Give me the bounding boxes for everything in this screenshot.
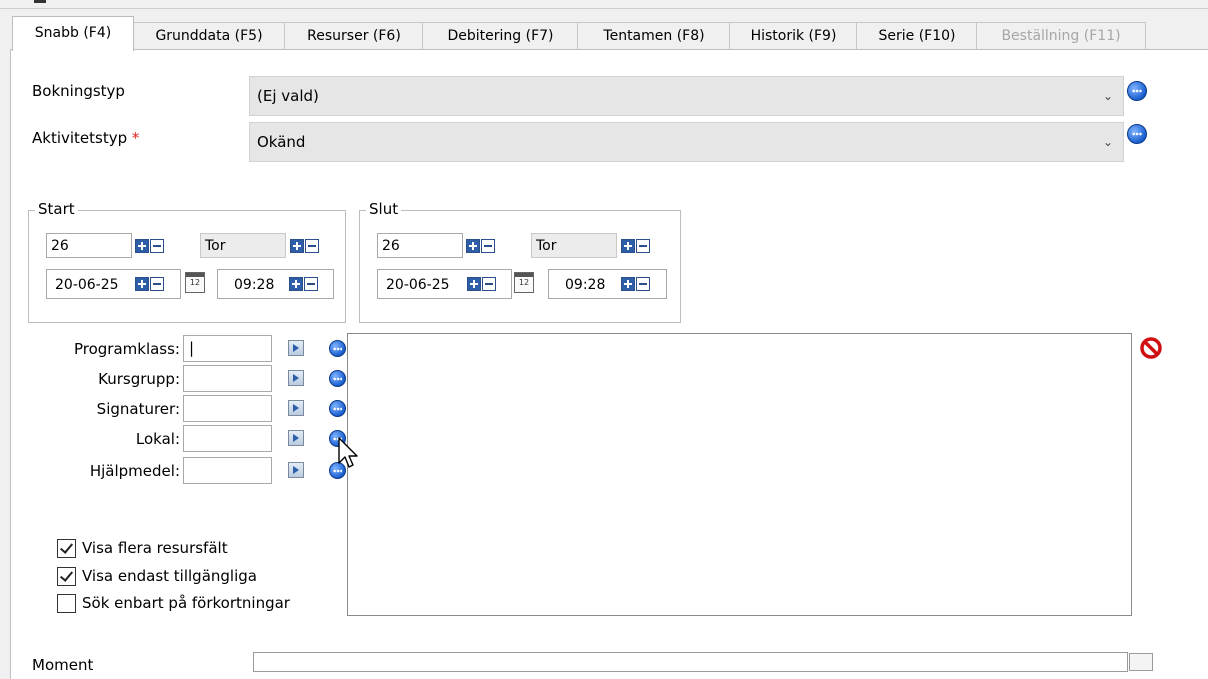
start-time-minus-icon[interactable] bbox=[304, 277, 318, 291]
end-weekday-plus-icon[interactable] bbox=[621, 239, 635, 253]
end-group-title: Slut bbox=[366, 200, 402, 218]
tab-bestallning: Beställning (F11) bbox=[976, 22, 1146, 50]
start-time-value: 09:28 bbox=[234, 277, 275, 293]
activity-type-select[interactable]: Okänd ⌄ bbox=[249, 122, 1124, 162]
clear-icon[interactable] bbox=[1140, 337, 1162, 359]
start-weekday-minus-icon[interactable] bbox=[305, 239, 319, 253]
visa-flera-resursfalt-label: Visa flera resursfält bbox=[82, 539, 228, 557]
booking-type-more-button[interactable] bbox=[1127, 81, 1147, 101]
end-group bbox=[359, 210, 681, 323]
start-date-minus-icon[interactable] bbox=[150, 277, 164, 291]
end-weekday-minus-icon[interactable] bbox=[636, 239, 650, 253]
kursgrupp-label: Kursgrupp: bbox=[98, 370, 180, 388]
kursgrupp-input[interactable] bbox=[183, 365, 272, 392]
start-day-minus-icon[interactable] bbox=[150, 239, 164, 253]
programklass-input[interactable]: | bbox=[183, 335, 272, 362]
chevron-down-icon: ⌄ bbox=[1102, 135, 1113, 149]
required-marker: * bbox=[131, 129, 140, 147]
end-date-plus-icon[interactable] bbox=[467, 277, 481, 291]
lokal-input[interactable] bbox=[183, 425, 272, 452]
signaturer-select-button[interactable] bbox=[288, 400, 304, 416]
top-edge-mark bbox=[34, 0, 46, 3]
window-top-line bbox=[0, 8, 1208, 9]
tab-historik[interactable]: Historik (F9) bbox=[729, 22, 858, 50]
end-day-minus-icon[interactable] bbox=[481, 239, 495, 253]
start-calendar-icon[interactable]: 12 bbox=[185, 272, 205, 293]
start-group bbox=[28, 210, 346, 323]
programklass-label: Programklass: bbox=[73, 340, 180, 358]
lokal-select-button[interactable] bbox=[288, 430, 304, 446]
sok-enbart-forkortningar-label: Sök enbart på förkortningar bbox=[82, 594, 290, 612]
booking-type-value: (Ej vald) bbox=[257, 87, 319, 105]
moment-label: Moment bbox=[32, 656, 94, 674]
hjalpmedel-input[interactable] bbox=[183, 457, 272, 484]
start-weekday-field[interactable]: Tor bbox=[200, 233, 286, 258]
tab-resurser[interactable]: Resurser (F6) bbox=[284, 22, 424, 50]
end-date-minus-icon[interactable] bbox=[482, 277, 496, 291]
hjalpmedel-select-button[interactable] bbox=[288, 462, 304, 478]
chevron-down-icon: ⌄ bbox=[1102, 89, 1113, 103]
sok-enbart-forkortningar-checkbox[interactable] bbox=[57, 594, 76, 613]
visa-endast-tillgangliga-checkbox[interactable] bbox=[57, 567, 76, 586]
activity-type-label: Aktivitetstyp * bbox=[32, 129, 139, 147]
hjalpmedel-label: Hjälpmedel: bbox=[89, 462, 180, 480]
activity-type-more-button[interactable] bbox=[1127, 124, 1147, 144]
kursgrupp-select-button[interactable] bbox=[288, 370, 304, 386]
visa-endast-tillgangliga-label: Visa endast tillgängliga bbox=[82, 567, 257, 585]
moment-field[interactable] bbox=[253, 652, 1128, 672]
end-calendar-icon[interactable]: 12 bbox=[514, 272, 534, 293]
mouse-cursor-icon bbox=[338, 437, 358, 468]
end-time-plus-icon[interactable] bbox=[621, 277, 635, 291]
signaturer-label: Signaturer: bbox=[96, 400, 180, 418]
tab-serie[interactable]: Serie (F10) bbox=[856, 22, 978, 50]
end-date-value: 20-06-25 bbox=[386, 277, 450, 293]
lokal-label: Lokal: bbox=[135, 430, 180, 448]
resource-results-list[interactable] bbox=[347, 333, 1132, 616]
end-day-plus-icon[interactable] bbox=[466, 239, 480, 253]
tab-grunddata[interactable]: Grunddata (F5) bbox=[132, 22, 286, 50]
programklass-caret: | bbox=[189, 339, 195, 357]
activity-type-value: Okänd bbox=[257, 133, 306, 151]
end-time-minus-icon[interactable] bbox=[636, 277, 650, 291]
tab-debitering[interactable]: Debitering (F7) bbox=[422, 22, 579, 50]
end-day-field[interactable]: 26 bbox=[377, 233, 463, 258]
kursgrupp-more-button[interactable] bbox=[329, 370, 346, 387]
start-day-field[interactable]: 26 bbox=[46, 233, 132, 258]
start-time-plus-icon[interactable] bbox=[289, 277, 303, 291]
booking-type-select[interactable]: (Ej vald) ⌄ bbox=[249, 76, 1124, 116]
end-weekday-field[interactable]: Tor bbox=[531, 233, 617, 258]
programklass-select-button[interactable] bbox=[288, 340, 304, 356]
signaturer-more-button[interactable] bbox=[329, 400, 346, 417]
tab-snabb[interactable]: Snabb (F4) bbox=[12, 16, 134, 51]
programklass-more-button[interactable] bbox=[329, 340, 346, 357]
start-group-title: Start bbox=[35, 200, 78, 218]
signaturer-input[interactable] bbox=[183, 395, 272, 422]
booking-type-label: Bokningstyp bbox=[32, 82, 125, 100]
start-date-plus-icon[interactable] bbox=[135, 277, 149, 291]
start-date-value: 20-06-25 bbox=[55, 277, 119, 293]
moment-list-icon[interactable] bbox=[1129, 653, 1153, 671]
start-weekday-plus-icon[interactable] bbox=[290, 239, 304, 253]
activity-type-label-text: Aktivitetstyp bbox=[32, 129, 128, 147]
end-time-value: 09:28 bbox=[565, 277, 606, 293]
start-day-plus-icon[interactable] bbox=[135, 239, 149, 253]
visa-flera-resursfalt-checkbox[interactable] bbox=[57, 539, 76, 558]
tab-tentamen[interactable]: Tentamen (F8) bbox=[577, 22, 731, 50]
